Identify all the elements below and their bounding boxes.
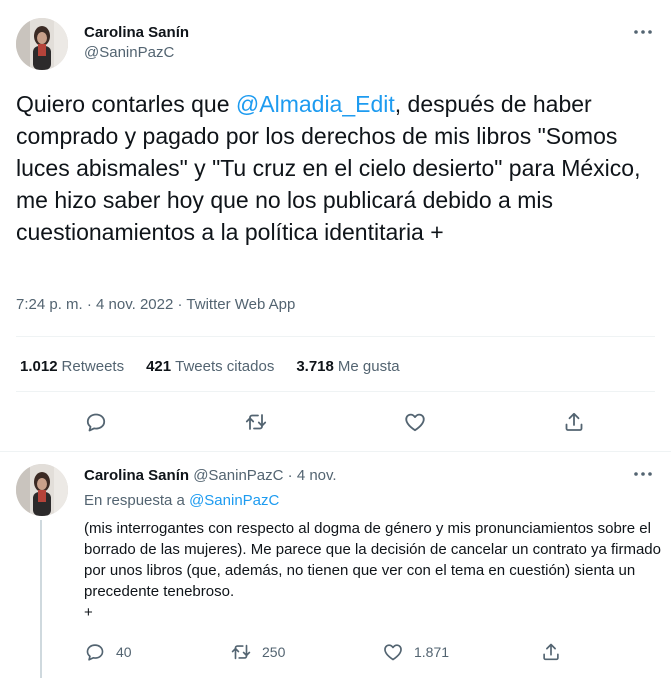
- engagement-stats: 1.012 Retweets 421 Tweets citados 3.718 Me …: [20, 358, 400, 375]
- more-options-icon[interactable]: [630, 22, 656, 42]
- replying-label: En respuesta a: [84, 492, 185, 509]
- divider: [16, 391, 655, 392]
- mention-link[interactable]: @Almadia_Edit: [236, 91, 395, 117]
- thread-line: [40, 520, 42, 678]
- quote-tweets-stat[interactable]: 421 Tweets citados: [146, 358, 274, 375]
- retweets-stat[interactable]: 1.012 Retweets: [20, 358, 124, 375]
- likes-count: 1.871: [414, 644, 450, 660]
- avatar[interactable]: [16, 18, 68, 70]
- divider: [16, 336, 655, 337]
- share-action[interactable]: [540, 640, 562, 664]
- tweet-source[interactable]: Twitter Web App: [186, 296, 295, 313]
- tweet-meta: 7:24 p. m. · 4 nov. 2022 · Twitter Web A…: [16, 296, 295, 313]
- retweets-count: 1.012: [20, 358, 58, 375]
- reply-icon: [86, 644, 104, 661]
- replying-to-mention[interactable]: @SaninPazC: [189, 492, 279, 509]
- likes-count: 3.718: [296, 358, 334, 375]
- tweet-text-part: Quiero contarles que: [16, 91, 236, 117]
- meta-separator: ·: [287, 467, 293, 484]
- avatar[interactable]: [16, 464, 68, 516]
- like-icon[interactable]: [401, 408, 429, 436]
- retweets-label: Retweets: [61, 358, 125, 375]
- likes-stat[interactable]: 3.718 Me gusta: [296, 358, 399, 375]
- author-handle[interactable]: @SaninPazC: [84, 44, 174, 61]
- likes-label: Me gusta: [337, 358, 400, 375]
- retweet-action[interactable]: 250: [230, 640, 285, 664]
- profile-photo: [16, 18, 68, 70]
- quote-tweets-count: 421: [146, 358, 172, 375]
- more-options-icon[interactable]: [630, 464, 656, 484]
- tweet-text: (mis interrogantes con respecto al dogma…: [84, 520, 661, 621]
- retweets-count: 250: [262, 644, 286, 660]
- reply-header: Carolina Sanín @SaninPazC · 4 nov.: [84, 467, 337, 484]
- replying-to: En respuesta a @SaninPazC: [84, 492, 279, 509]
- retweet-icon: [231, 644, 251, 660]
- tweet-date[interactable]: 4 nov. 2022: [96, 296, 173, 313]
- tweet-date[interactable]: 4 nov.: [297, 467, 337, 484]
- like-icon: [384, 644, 402, 661]
- replies-count: 40: [116, 644, 132, 660]
- quote-tweets-label: Tweets citados: [175, 358, 275, 375]
- author-name[interactable]: Carolina Sanín: [84, 24, 189, 41]
- meta-separator: ·: [86, 296, 92, 313]
- meta-separator: ·: [177, 296, 183, 313]
- like-action[interactable]: 1.871: [382, 640, 449, 664]
- author-name[interactable]: Carolina Sanín: [84, 467, 189, 484]
- share-icon: [543, 643, 559, 661]
- tweet-time[interactable]: 7:24 p. m.: [16, 296, 83, 313]
- profile-photo: [16, 464, 68, 516]
- share-icon[interactable]: [560, 408, 588, 436]
- reply-icon[interactable]: [82, 408, 110, 436]
- tweet-border: [0, 451, 671, 452]
- tweet-text: Quiero contarles que @Almadia_Edit, desp…: [16, 88, 656, 248]
- reply-action[interactable]: 40: [84, 640, 132, 664]
- author-handle[interactable]: @SaninPazC: [193, 467, 283, 484]
- retweet-icon[interactable]: [242, 408, 270, 436]
